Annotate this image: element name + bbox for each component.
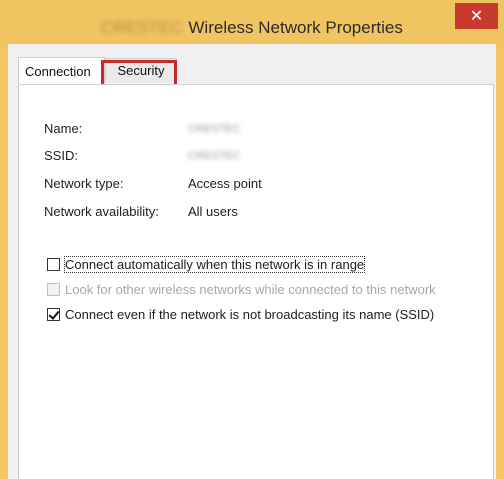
title-bar: CRESTEC Wireless Network Properties ✕ [0,0,504,44]
connect-non-broadcasting-option[interactable]: Connect even if the network is not broad… [47,305,434,323]
window-title: CRESTEC Wireless Network Properties [0,18,504,38]
network-name-redacted: CRESTEC [101,18,183,37]
close-button[interactable]: ✕ [455,3,498,29]
checkmark-icon [48,307,60,320]
connect-non-broadcasting-label[interactable]: Connect even if the network is not broad… [65,307,434,322]
tab-security-label: Security [117,63,165,78]
look-for-other-networks-option: Look for other wireless networks while c… [47,280,436,298]
tab-security[interactable]: Security [105,58,177,82]
tab-connection-label: Connection [25,63,91,79]
connect-non-broadcasting-checkbox[interactable] [47,307,60,321]
ssid-label: SSID: [44,148,78,163]
connection-panel: Name: CRESTEC SSID: CRESTEC Network type… [18,84,494,479]
ssid-value: CRESTEC [188,150,241,162]
close-icon: ✕ [469,8,484,25]
network-availability-label: Network availability: [44,204,159,219]
connect-automatically-checkbox[interactable] [47,257,60,271]
tab-connection[interactable]: Connection [18,57,105,84]
connect-automatically-label[interactable]: Connect automatically when this network … [63,255,366,273]
connect-automatically-option[interactable]: Connect automatically when this network … [47,255,366,273]
name-value: CRESTEC [188,123,241,135]
network-type-value: Access point [188,176,262,191]
look-for-other-networks-checkbox [47,282,60,296]
window-title-text: Wireless Network Properties [188,18,403,37]
look-for-other-networks-label: Look for other wireless networks while c… [65,281,436,297]
network-type-label: Network type: [44,176,124,191]
name-label: Name: [44,121,83,136]
network-availability-value: All users [188,204,238,219]
dialog-client-area: Connection Security Name: CRESTEC SSID: … [8,44,496,479]
